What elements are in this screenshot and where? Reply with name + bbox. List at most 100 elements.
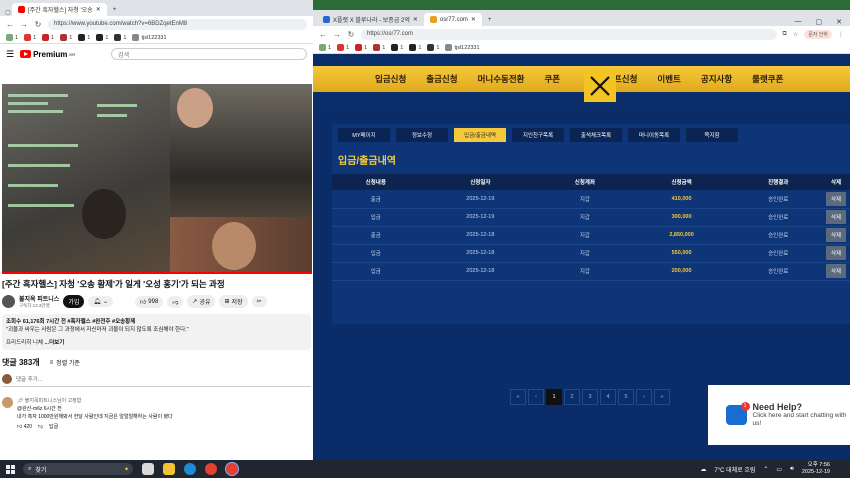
- bookmark-item[interactable]: 1: [6, 34, 18, 41]
- star-icon[interactable]: ☆: [793, 31, 798, 38]
- bookmark-item[interactable]: 1: [391, 44, 403, 51]
- page-button[interactable]: 4: [600, 389, 616, 405]
- like-button[interactable]: 👍︎ 998: [135, 295, 164, 308]
- profile-button[interactable]: 문자 안하: [804, 29, 832, 39]
- tab-messages[interactable]: 쪽지함: [686, 128, 738, 142]
- close-menu-button[interactable]: [584, 70, 616, 102]
- close-icon[interactable]: ✕: [471, 16, 476, 23]
- video-player[interactable]: [2, 84, 312, 274]
- join-button[interactable]: 가입: [63, 295, 85, 308]
- description-box[interactable]: 조회수 61,176회 7시간 전 #흑자헬스 #완전주 #오송황제 "괴물과 …: [2, 314, 311, 350]
- bookmark-item[interactable]: tjsl122331: [132, 34, 167, 41]
- nav-event[interactable]: 이벤트: [657, 73, 680, 85]
- taskbar-search[interactable]: ⌕ 찾기 ✦: [23, 463, 133, 475]
- nav-withdraw-request[interactable]: 출금신청: [426, 73, 457, 85]
- bookmark-item[interactable]: 1: [78, 34, 90, 41]
- video-progress-bar[interactable]: [2, 272, 312, 274]
- page-button[interactable]: 2: [564, 389, 580, 405]
- tab-youtube[interactable]: [주간 흑자헬스] 자청 '오송 ✕: [12, 3, 107, 16]
- nav-coupon[interactable]: 쿠폰: [544, 73, 560, 85]
- edge-icon[interactable]: [184, 463, 196, 475]
- clip-button[interactable]: ✂: [251, 296, 267, 307]
- bookmark-item[interactable]: 1: [60, 34, 72, 41]
- commenter-avatar[interactable]: [2, 397, 13, 408]
- page-prev-button[interactable]: ‹: [528, 389, 544, 405]
- menu-icon[interactable]: ☰: [6, 49, 14, 60]
- windows-start-icon[interactable]: [6, 464, 15, 474]
- notification-bell-button[interactable]: 🔔︎ ⌄: [88, 296, 114, 307]
- extensions-icon[interactable]: ⧉: [783, 31, 787, 38]
- bookmark-item[interactable]: 1: [427, 44, 439, 51]
- page-first-button[interactable]: «: [510, 389, 526, 405]
- minimize-icon[interactable]: —: [795, 18, 802, 26]
- bookmark-item[interactable]: 1: [373, 44, 385, 51]
- page-button[interactable]: 3: [582, 389, 598, 405]
- back-icon[interactable]: ←: [6, 20, 14, 29]
- tab-money-move-list[interactable]: 머니이동목록: [628, 128, 680, 142]
- share-button[interactable]: ↗ 공유: [187, 295, 216, 308]
- dislike-button[interactable]: 👎︎: [167, 295, 184, 308]
- new-tab-button[interactable]: +: [482, 13, 498, 26]
- close-icon[interactable]: ✕: [413, 16, 418, 23]
- bookmark-item[interactable]: 1: [114, 34, 126, 41]
- back-icon[interactable]: ←: [319, 30, 327, 39]
- reload-icon[interactable]: ↻: [347, 30, 355, 39]
- chrome-icon[interactable]: [205, 463, 217, 475]
- show-more-link[interactable]: ...더보기: [44, 340, 64, 346]
- add-comment-input[interactable]: 댓글 추가...: [16, 375, 42, 383]
- sort-button[interactable]: ≡ 정렬 기준: [50, 358, 80, 368]
- bookmark-item[interactable]: tjsl122331: [445, 44, 480, 51]
- channel-avatar[interactable]: [2, 295, 15, 308]
- delete-button[interactable]: 삭제: [825, 210, 847, 224]
- delete-button[interactable]: 삭제: [825, 246, 847, 260]
- page-next-button[interactable]: ›: [636, 389, 652, 405]
- nav-money-transfer[interactable]: 머니수동전환: [478, 73, 525, 85]
- new-tab-button[interactable]: +: [107, 3, 123, 16]
- help-chat-widget[interactable]: 1 Need Help? Click here and start chatti…: [708, 385, 850, 445]
- page-button[interactable]: 5: [618, 389, 634, 405]
- page-last-button[interactable]: »: [654, 389, 670, 405]
- channel-name[interactable]: 불지옥 피트니스: [19, 294, 59, 303]
- nav-roulette-coupon[interactable]: 룰렛쿠폰: [752, 73, 783, 85]
- network-icon[interactable]: ▭: [776, 466, 782, 473]
- tab-blue-nara[interactable]: X플랫 X 블루나라 - 보증금 2억 ✕: [317, 13, 424, 26]
- chevron-up-icon[interactable]: ⌃: [763, 466, 768, 473]
- tab-list-icon[interactable]: ▢: [4, 9, 12, 16]
- comment-dislike-button[interactable]: 👎︎: [38, 423, 43, 431]
- reload-icon[interactable]: ↻: [34, 20, 42, 29]
- tab-osr77[interactable]: osr77.com ✕: [423, 13, 482, 26]
- close-icon[interactable]: ✕: [96, 6, 101, 13]
- tab-transaction-history[interactable]: 입금/출금내역: [454, 128, 506, 142]
- comment-author[interactable]: @완산-m6z 6시간 전: [17, 405, 173, 413]
- tab-edit-info[interactable]: 정보수정: [396, 128, 448, 142]
- delete-button[interactable]: 삭제: [825, 191, 847, 206]
- search-input[interactable]: 검색: [111, 48, 307, 60]
- bookmark-item[interactable]: 1: [409, 44, 421, 51]
- nav-deposit-request[interactable]: 입금신청: [375, 73, 406, 85]
- maximize-icon[interactable]: ▢: [816, 18, 823, 26]
- more-icon[interactable]: ⋮: [838, 31, 844, 38]
- forward-icon[interactable]: →: [333, 30, 341, 39]
- chrome-icon-active[interactable]: [225, 462, 239, 476]
- bookmark-item[interactable]: 1: [24, 34, 36, 41]
- bookmark-item[interactable]: 1: [355, 44, 367, 51]
- tab-attendance-list[interactable]: 출석체크목록: [570, 128, 622, 142]
- task-view-icon[interactable]: [142, 463, 154, 475]
- bookmark-item[interactable]: 1: [96, 34, 108, 41]
- bookmark-item[interactable]: 1: [42, 34, 54, 41]
- url-input[interactable]: https://osr77.com: [361, 28, 777, 40]
- volume-icon[interactable]: 🔊︎: [790, 466, 794, 473]
- tab-my-page[interactable]: MY페이지: [338, 128, 390, 142]
- delete-button[interactable]: 삭제: [825, 228, 847, 242]
- clock[interactable]: 오후 7:56 2025-12-19: [802, 462, 830, 476]
- youtube-logo[interactable]: Premium KR: [20, 50, 75, 59]
- forward-icon[interactable]: →: [20, 20, 28, 29]
- nav-notice[interactable]: 공지사항: [701, 73, 732, 85]
- bookmark-item[interactable]: 1: [337, 44, 349, 51]
- tab-friends-list[interactable]: 지인친구목록: [512, 128, 564, 142]
- weather-text[interactable]: 7°C 대체로 흐림: [714, 465, 755, 474]
- page-button[interactable]: 1: [546, 389, 562, 405]
- close-window-icon[interactable]: ✕: [836, 18, 842, 26]
- reply-button[interactable]: 답글: [49, 423, 58, 431]
- bookmark-item[interactable]: 1: [319, 44, 331, 51]
